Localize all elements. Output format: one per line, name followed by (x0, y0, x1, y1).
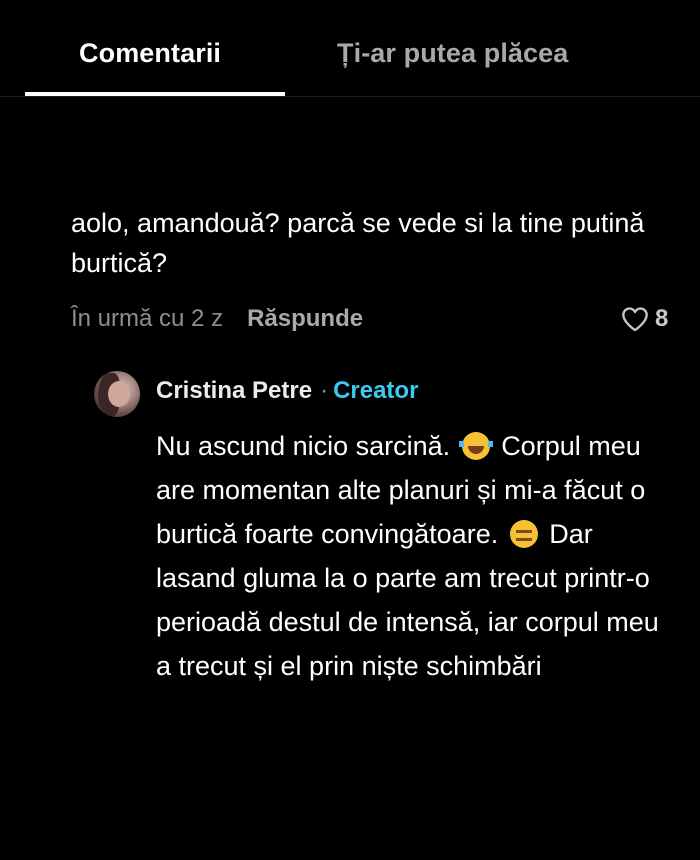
comment-text: aolo, amandouă? parcă se vede si la tine… (71, 208, 645, 278)
avatar[interactable] (94, 371, 140, 417)
like-button[interactable]: 8 (621, 304, 668, 334)
tears-of-joy-emoji-icon (458, 432, 493, 460)
like-count: 8 (655, 305, 669, 332)
creator-badge: Creator (333, 377, 419, 404)
reply-header: Cristina Petre · Creator (156, 376, 418, 406)
comment-tabs: Comentarii Ți-ar putea plăcea (0, 0, 700, 97)
reply-author-name[interactable]: Cristina Petre (156, 377, 312, 405)
tab-suggested[interactable]: Ți-ar putea plăcea (337, 38, 568, 69)
reply-button[interactable]: Răspunde (247, 305, 363, 333)
heart-icon (622, 307, 648, 332)
comment-timestamp: În urmă cu 2 z (71, 305, 224, 332)
expressionless-face-emoji-icon (509, 520, 538, 548)
reply-text: Nu ascund nicio sarcină. Corpul meu are … (156, 424, 668, 688)
comment-meta: În urmă cu 2 z Răspunde (71, 304, 363, 334)
active-tab-indicator (25, 92, 285, 96)
tab-comments[interactable]: Comentarii (79, 38, 221, 69)
reply-separator: · (320, 377, 329, 404)
reply-text-part-1: Nu ascund nicio sarcină. (156, 431, 451, 461)
